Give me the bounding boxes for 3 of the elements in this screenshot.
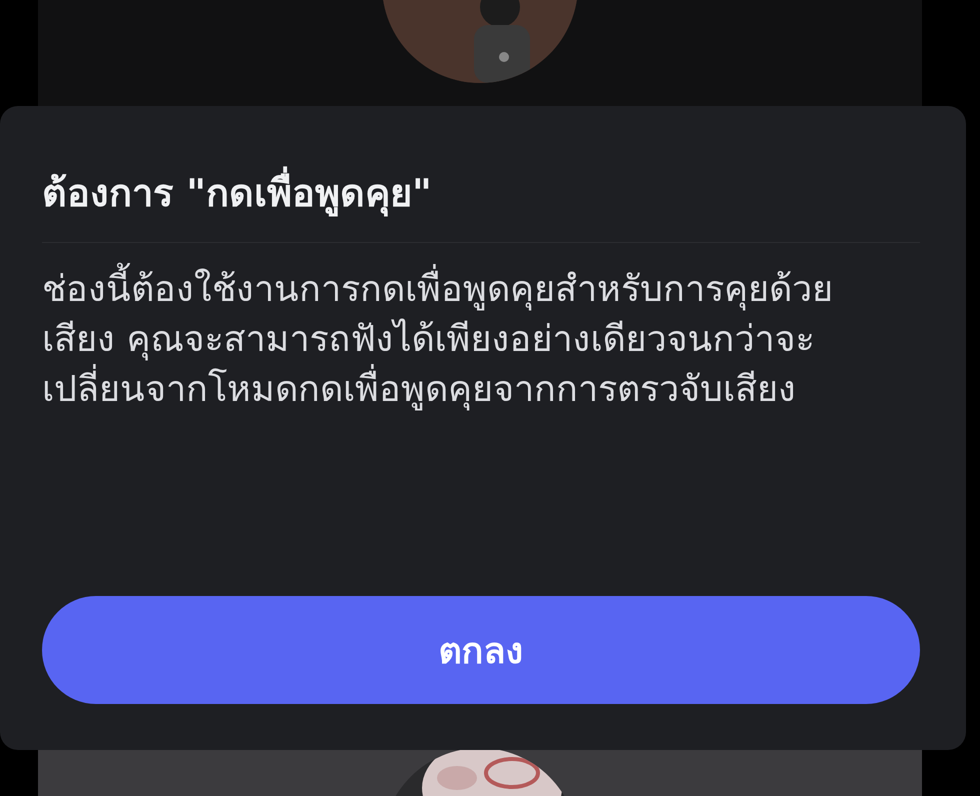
ok-button[interactable]: ตกลง bbox=[42, 596, 920, 704]
dialog-message: ช่องนี้ต้องใช้งานการกดเพื่อพูดคุยสำหรับการคุยด้วยเสียง คุณจะสามารถฟังได้เพียงอย่างเดียวจนกว่าจะเปลี่ยนจากโหมดกดเพื่อพูดคุยจากการตรวจับเสียง bbox=[42, 265, 872, 415]
dialog-title: ต้องการ "กดเพื่อพูดคุย" bbox=[42, 162, 432, 224]
